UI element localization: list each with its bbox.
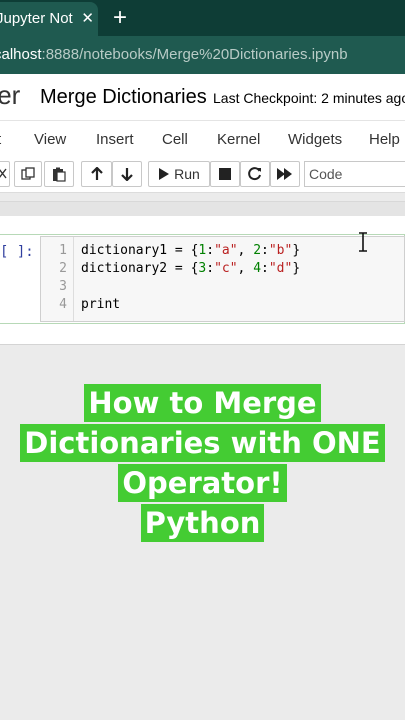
run-label: Run — [174, 166, 200, 182]
code-editor[interactable]: 1 dictionary1 = {1:"a", 2:"b"} 2 diction… — [40, 236, 405, 322]
cut-button[interactable] — [0, 161, 10, 187]
line-number: 1 — [59, 243, 67, 258]
browser-tab[interactable]: Jupyter Not ✕ — [0, 2, 98, 36]
code-text: dictionary1 = {1:"a", 2:"b"} — [81, 243, 301, 258]
code-text: print — [81, 297, 121, 312]
menu-help[interactable]: Help — [369, 131, 400, 148]
jupyter-logo[interactable]: ter — [0, 80, 20, 111]
toolbar-separator — [0, 201, 405, 216]
cell-type-select[interactable]: Code — [304, 161, 405, 187]
arrow-up-icon — [90, 167, 103, 180]
cut-icon — [0, 168, 7, 179]
play-icon — [159, 168, 170, 180]
notebook-toolbar: Run Code — [0, 158, 405, 193]
menu-kernel[interactable]: Kernel — [217, 131, 260, 148]
title-line: Python — [140, 504, 265, 542]
paste-button[interactable] — [44, 161, 74, 187]
move-down-button[interactable] — [112, 161, 142, 187]
title-line: Operator! — [118, 464, 287, 502]
menu-edit[interactable]: t — [0, 131, 1, 148]
menu-widgets[interactable]: Widgets — [288, 131, 342, 148]
code-text: dictionary2 = {3:"c", 4:"d"} — [81, 261, 301, 276]
browser-tab-title: Jupyter Not — [0, 10, 73, 27]
restart-run-all-button[interactable] — [270, 161, 300, 187]
close-tab-icon[interactable]: ✕ — [81, 2, 94, 36]
url-host: calhost — [0, 46, 42, 63]
menu-cell[interactable]: Cell — [162, 131, 188, 148]
address-bar[interactable]: calhost:8888/notebooks/Merge%20Dictionar… — [0, 36, 405, 74]
title-line: Dictionaries with ONE — [20, 424, 385, 462]
run-button[interactable]: Run — [148, 161, 210, 187]
notebook-title[interactable]: Merge Dictionaries — [40, 86, 207, 109]
browser-tab-bar: Jupyter Not ✕ + — [0, 0, 405, 36]
video-title-overlay: How to Merge Dictionaries with ONE Opera… — [0, 384, 405, 544]
notebook-container: [ ]: 1 dictionary1 = {1:"a", 2:"b"} 2 di… — [0, 216, 405, 345]
arrow-down-icon — [121, 168, 133, 181]
menu-insert[interactable]: Insert — [96, 131, 134, 148]
stop-icon — [219, 168, 231, 180]
line-number: 2 — [59, 261, 67, 276]
new-tab-button[interactable]: + — [108, 2, 132, 34]
text-cursor-icon — [359, 232, 367, 252]
copy-icon — [21, 167, 35, 180]
interrupt-button[interactable] — [210, 161, 240, 187]
restart-button[interactable] — [240, 161, 270, 187]
menu-bar: t View Insert Cell Kernel Widgets Help — [0, 120, 405, 159]
line-number: 3 — [59, 279, 67, 294]
menu-view[interactable]: View — [34, 131, 66, 148]
copy-button[interactable] — [14, 161, 42, 187]
checkpoint-status: Last Checkpoint: 2 minutes ago — [213, 90, 405, 106]
restart-icon — [248, 167, 261, 181]
title-line: How to Merge — [84, 384, 321, 422]
notebook-header: ter Merge Dictionaries Last Checkpoint: … — [0, 74, 405, 120]
fast-forward-icon — [277, 168, 292, 180]
url-text[interactable]: calhost:8888/notebooks/Merge%20Dictionar… — [0, 36, 348, 74]
paste-icon — [53, 167, 66, 182]
line-number: 4 — [59, 297, 67, 312]
url-path: :8888/notebooks/Merge%20Dictionaries.ipy… — [41, 46, 348, 63]
cell-prompt: [ ]: — [0, 244, 34, 260]
move-up-button[interactable] — [81, 161, 112, 187]
